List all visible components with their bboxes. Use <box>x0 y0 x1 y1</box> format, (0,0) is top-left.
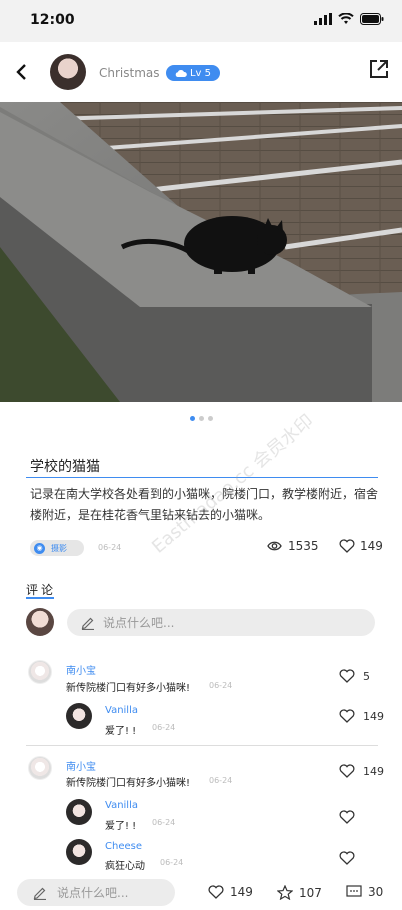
post-title: 学校的猫猫 <box>30 459 100 475</box>
signal-icon <box>314 13 332 25</box>
reply-text: 爱了! ! <box>105 821 137 832</box>
comment-input-placeholder: 说点什么吧... <box>103 616 175 630</box>
tag-label: 摄影 <box>51 543 67 553</box>
bottom-comment-count: 30 <box>368 885 384 899</box>
gallery-pager <box>0 416 402 421</box>
reply-avatar[interactable] <box>66 839 92 865</box>
eye-icon <box>267 541 282 551</box>
reply-like-button[interactable] <box>339 851 363 865</box>
author-name[interactable]: Christmas <box>99 66 160 80</box>
heart-icon <box>339 810 355 824</box>
commenter-avatar[interactable] <box>28 756 52 780</box>
bottom-like-button[interactable]: 149 <box>208 885 253 899</box>
pager-dot[interactable] <box>198 416 204 421</box>
comments-heading: 评论 <box>26 583 57 597</box>
bottom-input-placeholder: 说点什么吧... <box>57 886 129 900</box>
title-underline <box>26 477 378 478</box>
reply-name[interactable]: Vanilla <box>105 705 138 716</box>
reply-like-button[interactable] <box>339 810 363 824</box>
back-button[interactable] <box>12 62 32 82</box>
comment-input[interactable]: 说点什么吧... <box>67 609 375 636</box>
reply-time: 06-24 <box>152 818 176 827</box>
commenter-avatar[interactable] <box>28 660 52 684</box>
comment-time: 06-24 <box>209 776 233 785</box>
watermark: Eastmadao.cc 会员水印 <box>148 410 318 558</box>
reply-like-button[interactable]: 149 <box>339 709 384 723</box>
my-avatar <box>26 608 54 636</box>
heart-icon <box>339 709 355 723</box>
cloud-icon <box>175 69 187 77</box>
camera-icon: ◉ <box>34 542 45 554</box>
reply-name[interactable]: Cheese <box>105 841 142 852</box>
post-date: 06-24 <box>98 543 122 552</box>
comment-icon <box>346 885 362 897</box>
reply-text: 爱了! ! <box>105 726 137 737</box>
bottom-favorite-button[interactable]: 107 <box>277 885 322 900</box>
comments-heading-underline <box>26 597 54 599</box>
reply-time: 06-24 <box>152 723 176 732</box>
comment-like-count: 5 <box>363 669 370 683</box>
heart-icon <box>339 669 355 683</box>
comment-like-button[interactable]: 149 <box>339 764 384 778</box>
wifi-icon <box>338 13 354 24</box>
comment-text: 新传院楼门口有好多小猫咪! <box>66 683 191 694</box>
like-button[interactable]: 149 <box>339 539 383 553</box>
heart-icon <box>339 851 355 865</box>
comment-like-count: 149 <box>363 764 384 778</box>
star-icon <box>277 885 293 900</box>
author-avatar[interactable] <box>50 54 86 90</box>
comment-divider <box>26 745 378 746</box>
heart-icon <box>339 539 355 553</box>
level-text: Lv 5 <box>189 67 212 79</box>
pencil-icon <box>81 617 94 630</box>
heart-icon <box>339 764 355 778</box>
status-icons <box>314 13 384 25</box>
pencil-icon <box>33 887 46 900</box>
level-badge: Lv 5 <box>166 65 220 81</box>
reply-avatar[interactable] <box>66 703 92 729</box>
comment-time: 06-24 <box>209 681 233 690</box>
bottom-comment-input[interactable]: 说点什么吧... <box>17 879 175 906</box>
battery-icon <box>360 13 384 25</box>
comment-like-button[interactable]: 5 <box>339 669 370 683</box>
reply-like-count: 149 <box>363 709 384 723</box>
bottom-comment-button[interactable]: 30 <box>346 885 383 899</box>
category-tag[interactable]: ◉ 摄影 <box>30 540 84 556</box>
reply-name[interactable]: Vanilla <box>105 800 138 811</box>
commenter-name[interactable]: 南小宝 <box>66 758 96 773</box>
comment-text: 新传院楼门口有好多小猫咪! <box>66 778 191 789</box>
status-time: 12:00 <box>30 12 75 28</box>
view-count: 1535 <box>267 539 319 553</box>
reply-text: 疯狂心动 <box>105 861 145 872</box>
pager-dot[interactable] <box>189 416 195 421</box>
share-button[interactable] <box>368 58 390 80</box>
pager-dot[interactable] <box>207 416 213 421</box>
reply-avatar[interactable] <box>66 799 92 825</box>
bottom-like-count: 149 <box>230 885 253 899</box>
commenter-name[interactable]: 南小宝 <box>66 662 96 677</box>
bottom-favorite-count: 107 <box>299 885 322 900</box>
heart-icon <box>208 885 224 899</box>
reply-time: 06-24 <box>160 858 184 867</box>
post-photo[interactable] <box>0 102 402 402</box>
like-count: 149 <box>360 539 383 553</box>
view-count-value: 1535 <box>288 539 319 553</box>
